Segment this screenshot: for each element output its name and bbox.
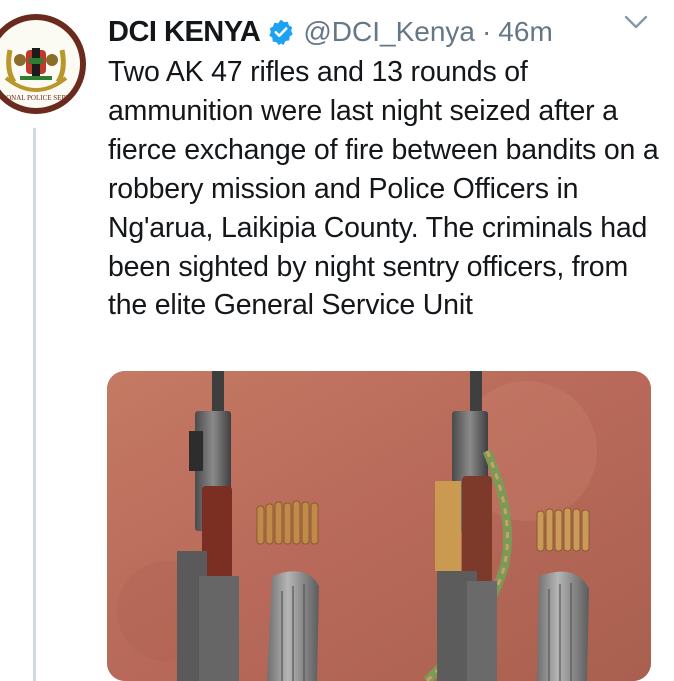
- separator-dot: ·: [481, 16, 492, 47]
- verified-badge-icon: [269, 19, 294, 46]
- tweet-header: DCI KENYA @DCI_Kenya · 46m: [108, 12, 674, 52]
- avatar-label: NATIONAL POLICE SERVICE: [0, 94, 80, 102]
- chevron-down-icon[interactable]: [622, 10, 650, 34]
- tweet-photo[interactable]: [107, 371, 651, 681]
- police-emblem-icon: NATIONAL POLICE SERVICE: [0, 24, 80, 104]
- seized-weapons-photo: [107, 371, 651, 681]
- author-name[interactable]: DCI KENYA: [108, 16, 261, 49]
- avatar[interactable]: NATIONAL POLICE SERVICE: [0, 14, 86, 114]
- timestamp[interactable]: 46m: [498, 16, 552, 48]
- tweet-text: Two AK 47 rifles and 13 rounds of ammuni…: [108, 56, 659, 322]
- author-handle[interactable]: @DCI_Kenya: [303, 16, 475, 48]
- thread-line: [33, 128, 36, 681]
